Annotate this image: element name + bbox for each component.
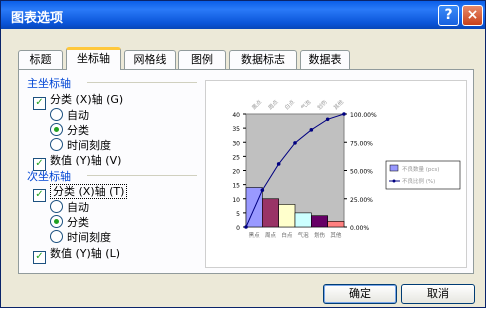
cancel-button[interactable]: 取消 — [401, 284, 475, 304]
secondary-axis-heading: 次坐标轴 — [27, 170, 71, 183]
chart-options-dialog: 图表选项 ? × 标题 坐标轴 网格线 图例 数据标志 数据表 主坐标轴 ✓ 分类… — [0, 0, 486, 308]
radio-icon — [50, 138, 63, 151]
checkbox-checked-icon: ✓ — [33, 189, 46, 202]
tab-gridlines[interactable]: 网格线 — [124, 50, 176, 69]
y2-tick-label: 100.00% — [350, 112, 377, 119]
primary-axis-heading: 主坐标轴 — [27, 77, 71, 90]
bar — [278, 204, 296, 228]
y-tick-label: 30 — [232, 140, 240, 147]
cumulative-point — [309, 128, 314, 132]
tab-titles[interactable]: 标题 — [18, 50, 63, 69]
cumulative-point — [293, 141, 297, 145]
checkbox-checked-icon: ✓ — [33, 97, 46, 110]
title-bar: 图表选项 ? × — [1, 1, 485, 29]
radio-selected-icon — [50, 215, 63, 228]
y2-tick-label: 75.00% — [350, 140, 373, 147]
cumulative-point — [325, 117, 330, 122]
close-icon[interactable]: × — [462, 5, 483, 26]
pareto-chart: 0 5 10 15 20 25 30 35 40 0.00% 25.00% 50.00% 75.00% 1… — [232, 98, 461, 239]
tab-data-labels[interactable]: 数据标志 — [229, 50, 297, 69]
y2-tick-label: 50.00% — [350, 169, 373, 176]
secondary-value-axis-checkbox[interactable]: ✓ 数值 (Y)轴 (L) — [33, 245, 120, 264]
radio-icon — [50, 108, 63, 121]
primary-auto-radio[interactable]: 自动 — [50, 107, 89, 123]
x-tick-label: 周点 — [265, 232, 277, 239]
y-tick-label: 20 — [232, 169, 240, 176]
secondary-divider — [87, 175, 197, 176]
x-tick-label: 白点 — [281, 231, 293, 239]
y-tick-label: 5 — [236, 211, 240, 218]
legend-label: 不良数量 (pcs) — [402, 165, 439, 173]
x-tick-label: 气泡 — [298, 231, 310, 239]
ok-button[interactable]: 确定 — [323, 284, 397, 304]
bar — [311, 215, 328, 228]
x-tick-label: 黑点 — [249, 232, 261, 239]
bar — [327, 221, 345, 228]
cumulative-point — [244, 225, 248, 229]
y-tick-label: 10 — [232, 197, 240, 204]
top-category-label: 白点 — [283, 98, 297, 112]
top-category-label: 其他 — [332, 98, 346, 112]
primary-time-scale-radio[interactable]: 时间刻度 — [50, 137, 111, 153]
tab-axes[interactable]: 坐标轴 — [66, 47, 121, 70]
y2-tick-label: 25.00% — [350, 197, 373, 204]
primary-divider — [87, 82, 197, 83]
y-tick-label: 35 — [232, 126, 240, 133]
secondary-auto-radio[interactable]: 自动 — [50, 199, 89, 215]
legend-swatch-bars — [389, 164, 399, 172]
y-tick-label: 0 — [236, 225, 240, 232]
y-tick-label: 15 — [232, 183, 240, 190]
help-icon[interactable]: ? — [438, 5, 459, 26]
chart-preview: 0 5 10 15 20 25 30 35 40 0.00% 25.00% 50.00% 75.00% 1… — [205, 80, 467, 268]
bar — [294, 212, 312, 228]
legend-marker — [392, 179, 396, 183]
tab-legend[interactable]: 图例 — [178, 50, 226, 69]
y2-tick-label: 0.00% — [350, 225, 369, 232]
x-tick-label: 划伤 — [314, 231, 326, 239]
top-category-label: 黑点 — [251, 98, 264, 111]
x-tick-label: 其他 — [330, 231, 342, 239]
dialog-title: 图表选项 — [11, 11, 64, 26]
cumulative-point — [260, 188, 265, 192]
top-category-label: 气泡 — [299, 98, 313, 112]
top-category-label: 划伤 — [315, 98, 329, 112]
axes-panel: 主坐标轴 ✓ 分类 (X)轴 (G) 自动 分类 时间刻度 ✓ 数值 (Y)轴 (V… — [18, 69, 474, 274]
secondary-time-scale-radio[interactable]: 时间刻度 — [50, 229, 111, 245]
cumulative-point — [276, 162, 281, 166]
bar — [262, 198, 279, 228]
y-tick-label: 40 — [232, 112, 240, 119]
legend-label: 不良比例 (%) — [402, 177, 435, 185]
tab-data-table[interactable]: 数据表 — [300, 50, 350, 69]
secondary-category-radio[interactable]: 分类 — [50, 214, 89, 230]
y-tick-label: 25 — [232, 154, 240, 161]
checkbox-checked-icon: ✓ — [33, 251, 46, 264]
top-category-label: 周点 — [267, 98, 280, 111]
radio-icon — [50, 200, 63, 213]
cumulative-point — [342, 112, 346, 116]
primary-category-radio[interactable]: 分类 — [50, 122, 89, 138]
radio-selected-icon — [50, 123, 63, 136]
radio-icon — [50, 230, 63, 243]
